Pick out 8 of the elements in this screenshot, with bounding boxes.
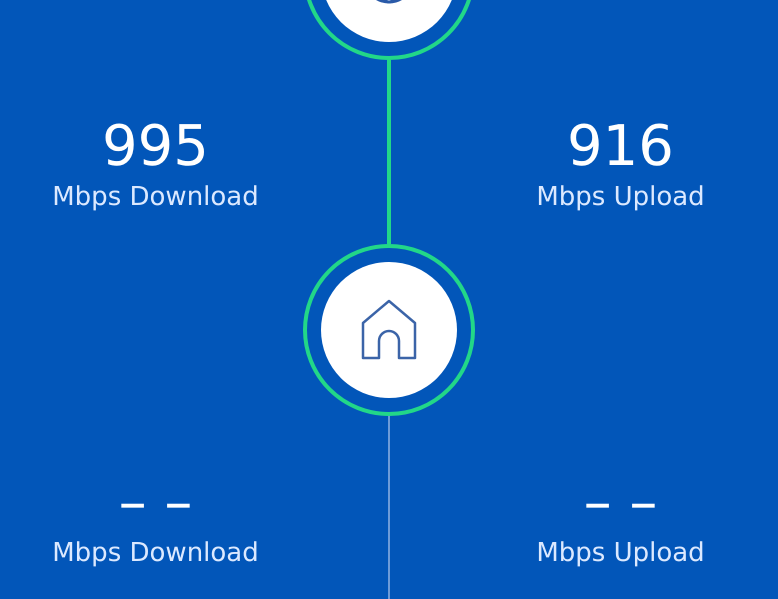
download-label: Mbps Download bbox=[52, 536, 259, 570]
download-speed: – – bbox=[118, 470, 192, 536]
upload-speed: – – bbox=[584, 470, 658, 536]
upload-label: Mbps Upload bbox=[536, 536, 705, 570]
download-label: Mbps Download bbox=[52, 181, 259, 214]
upload-speed: 916 bbox=[567, 114, 674, 180]
download-speed: 995 bbox=[102, 114, 209, 180]
upload-label: Mbps Upload bbox=[536, 181, 705, 214]
